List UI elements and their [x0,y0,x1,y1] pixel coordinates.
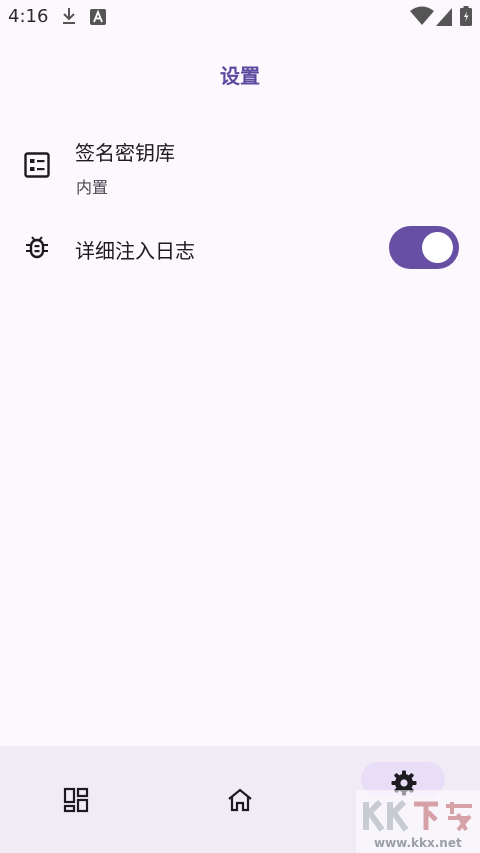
setting-verbose-log[interactable]: 详细注入日志 [0,218,480,276]
status-time: 4:16 [8,6,49,27]
nav-item-home[interactable] [160,746,320,853]
setting-keystore-title: 签名密钥库 [75,141,175,165]
cell-signal-icon [436,8,452,26]
wifi-icon [410,6,434,25]
watermark-url: www.kkx.net [374,836,462,850]
setting-keystore[interactable]: 签名密钥库 内置 [0,130,480,202]
verbose-log-toggle[interactable] [389,226,459,269]
kk-logo-icon [363,799,472,832]
page-title: 设置 [220,64,260,88]
watermark: www.kkx.net [356,790,480,853]
apps-icon [63,787,89,813]
nav-item-apps[interactable] [0,746,160,853]
battery-icon [460,6,472,26]
download-icon [63,8,75,24]
status-bar: 4:16 [0,0,480,34]
a-notification-icon [90,9,106,25]
home-icon [228,788,252,812]
keystore-icon [24,152,50,178]
bug-icon [26,236,48,259]
setting-verbose-log-title: 详细注入日志 [75,239,195,263]
setting-keystore-value: 内置 [76,178,109,197]
toggle-knob [422,232,453,263]
